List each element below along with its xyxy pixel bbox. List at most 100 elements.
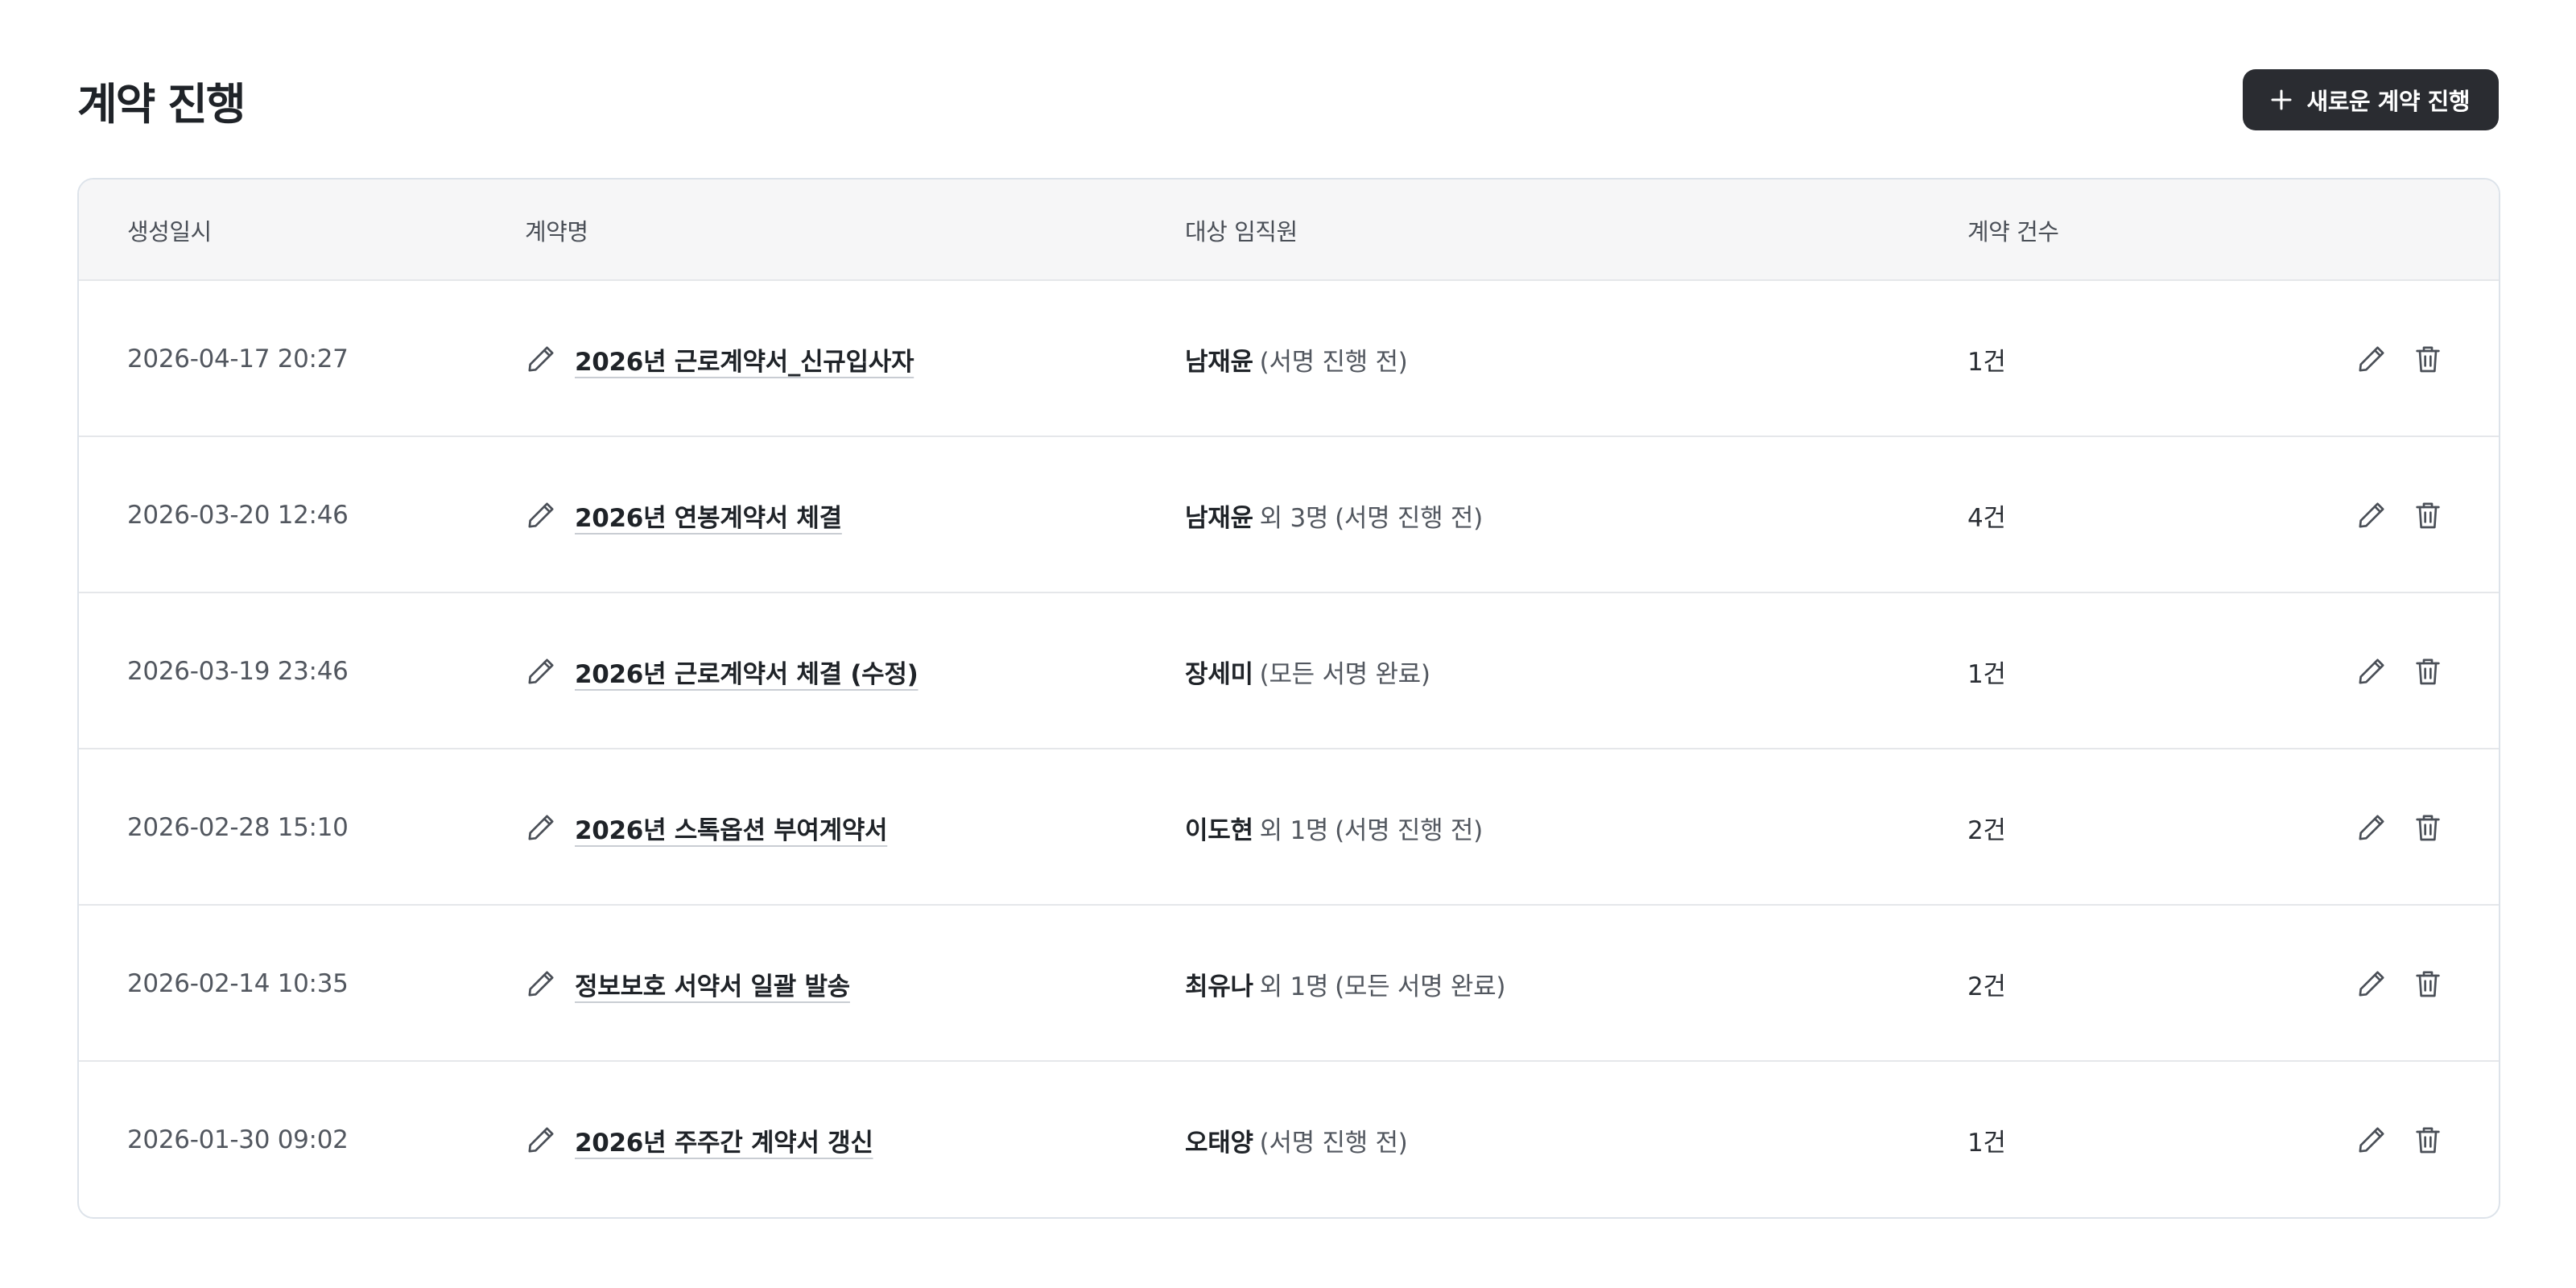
employees-cell: 남재윤 외 3명 (서명 진행 전) bbox=[1185, 437, 1483, 593]
contract-name-cell: 정보보호 서약서 일괄 발송 bbox=[525, 906, 850, 1062]
table-row: 2026-03-20 12:46 2026년 연봉계약서 체결 남재윤 외 3명(… bbox=[79, 437, 2499, 593]
employees-cell: 장세미 (모든 서명 완료) bbox=[1185, 593, 1430, 749]
edit-button[interactable] bbox=[2355, 811, 2388, 844]
contract-name-link[interactable]: 정보보호 서약서 일괄 발송 bbox=[575, 966, 850, 1002]
delete-button[interactable] bbox=[2412, 968, 2444, 1000]
edit-button[interactable] bbox=[2355, 968, 2388, 1000]
pencil-icon bbox=[2359, 346, 2384, 372]
employee-extra: 외 3명 bbox=[1259, 503, 1329, 533]
employees-cell: 오태양 (서명 진행 전) bbox=[1185, 1062, 1408, 1217]
trash-icon bbox=[2416, 815, 2440, 841]
contract-name-cell: 2026년 근로계약서_신규입사자 bbox=[525, 281, 914, 437]
pencil-icon bbox=[525, 811, 557, 844]
table-row: 2026-02-28 15:10 2026년 스톡옵션 부여계약서 이도현 외 1… bbox=[79, 749, 2499, 906]
employee-name: 오태양 bbox=[1185, 1128, 1253, 1158]
pencil-icon bbox=[525, 968, 557, 1000]
trash-icon bbox=[2416, 971, 2440, 997]
row-actions bbox=[2355, 593, 2444, 749]
trash-icon bbox=[2416, 1127, 2440, 1154]
contract-count-cell: 2건 bbox=[1967, 815, 2006, 845]
page-title: 계약 진행 bbox=[77, 78, 246, 130]
employees-cell: 이도현 외 1명 (서명 진행 전) bbox=[1185, 749, 1483, 906]
header-created-at: 생성일시 bbox=[127, 218, 212, 246]
contract-name-link[interactable]: 2026년 연봉계약서 체결 bbox=[575, 497, 842, 534]
contract-name-link[interactable]: 2026년 근로계약서 체결 (수정) bbox=[575, 654, 919, 690]
contracts-table: 생성일시 계약명 대상 임직원 계약 건수 2026-04-17 20:27 2… bbox=[77, 178, 2500, 1219]
signature-status: (서명 진행 전) bbox=[1335, 503, 1483, 533]
trash-icon bbox=[2416, 502, 2440, 529]
table-row: 2026-01-30 09:02 2026년 주주간 계약서 갱신 오태양 (서명… bbox=[79, 1062, 2499, 1217]
contract-count-cell: 1건 bbox=[1967, 1128, 2006, 1158]
created-at-cell: 2026-01-30 09:02 bbox=[127, 1125, 349, 1154]
employee-extra: 외 1명 bbox=[1259, 815, 1329, 845]
created-at-cell: 2026-03-20 12:46 bbox=[127, 501, 349, 530]
page-header: 계약 진행 새로운 계약 진행 bbox=[77, 68, 2499, 132]
trash-icon bbox=[2416, 346, 2440, 373]
signature-status: (서명 진행 전) bbox=[1259, 1128, 1408, 1158]
contract-progress-page: 계약 진행 새로운 계약 진행 생성일시 계약명 대상 임직원 계약 건수 20… bbox=[0, 0, 2576, 1288]
plus-icon bbox=[2270, 89, 2293, 111]
new-contract-button-label: 새로운 계약 진행 bbox=[2306, 88, 2471, 115]
delete-button[interactable] bbox=[2412, 499, 2444, 531]
contract-count-cell: 2건 bbox=[1967, 972, 2006, 1001]
employee-name: 이도현 bbox=[1185, 815, 1253, 845]
edit-button[interactable] bbox=[2355, 655, 2388, 687]
new-contract-button[interactable]: 새로운 계약 진행 bbox=[2242, 69, 2499, 130]
employee-name: 남재윤 bbox=[1185, 503, 1253, 533]
pencil-icon bbox=[525, 343, 557, 375]
pencil-icon bbox=[525, 1124, 557, 1156]
contract-name-link[interactable]: 2026년 스톡옵션 부여계약서 bbox=[575, 810, 888, 846]
header-contract-name: 계약명 bbox=[525, 218, 588, 246]
table-row: 2026-04-17 20:27 2026년 근로계약서_신규입사자 남재윤 (서… bbox=[79, 281, 2499, 437]
created-at-cell: 2026-03-19 23:46 bbox=[127, 657, 349, 686]
pencil-icon bbox=[2359, 502, 2384, 528]
pencil-icon bbox=[2359, 658, 2384, 684]
created-at-cell: 2026-02-28 15:10 bbox=[127, 813, 349, 842]
row-actions bbox=[2355, 1062, 2444, 1217]
employee-name: 장세미 bbox=[1185, 659, 1253, 689]
signature-status: (모든 서명 완료) bbox=[1335, 972, 1506, 1001]
contract-name-cell: 2026년 주주간 계약서 갱신 bbox=[525, 1062, 873, 1217]
employee-name: 최유나 bbox=[1185, 972, 1253, 1001]
pencil-icon bbox=[525, 499, 557, 531]
contract-name-link[interactable]: 2026년 주주간 계약서 갱신 bbox=[575, 1122, 873, 1158]
pencil-icon bbox=[2359, 971, 2384, 997]
delete-button[interactable] bbox=[2412, 343, 2444, 375]
contract-count-cell: 1건 bbox=[1967, 347, 2006, 377]
row-actions bbox=[2355, 437, 2444, 593]
signature-status: (서명 진행 전) bbox=[1259, 347, 1408, 377]
row-actions bbox=[2355, 749, 2444, 906]
contract-count-cell: 4건 bbox=[1967, 503, 2006, 533]
signature-status: (서명 진행 전) bbox=[1335, 815, 1483, 845]
pencil-icon bbox=[525, 655, 557, 687]
pencil-icon bbox=[2359, 1127, 2384, 1153]
contract-name-cell: 2026년 연봉계약서 체결 bbox=[525, 437, 842, 593]
delete-button[interactable] bbox=[2412, 1124, 2444, 1156]
pencil-icon bbox=[2359, 815, 2384, 840]
delete-button[interactable] bbox=[2412, 655, 2444, 687]
edit-button[interactable] bbox=[2355, 499, 2388, 531]
trash-icon bbox=[2416, 658, 2440, 685]
employee-name: 남재윤 bbox=[1185, 347, 1253, 377]
row-actions bbox=[2355, 281, 2444, 437]
row-actions bbox=[2355, 906, 2444, 1062]
table-row: 2026-03-19 23:46 2026년 근로계약서 체결 (수정) 장세미… bbox=[79, 593, 2499, 749]
edit-button[interactable] bbox=[2355, 1124, 2388, 1156]
employees-cell: 남재윤 (서명 진행 전) bbox=[1185, 281, 1408, 437]
table-row: 2026-02-14 10:35 정보보호 서약서 일괄 발송 최유나 외 1명(… bbox=[79, 906, 2499, 1062]
edit-button[interactable] bbox=[2355, 343, 2388, 375]
header-count: 계약 건수 bbox=[1967, 218, 2059, 246]
created-at-cell: 2026-04-17 20:27 bbox=[127, 345, 349, 374]
employees-cell: 최유나 외 1명 (모든 서명 완료) bbox=[1185, 906, 1505, 1062]
header-employees: 대상 임직원 bbox=[1185, 218, 1298, 246]
contract-name-cell: 2026년 스톡옵션 부여계약서 bbox=[525, 749, 888, 906]
signature-status: (모든 서명 완료) bbox=[1259, 659, 1430, 689]
created-at-cell: 2026-02-14 10:35 bbox=[127, 969, 349, 998]
employee-extra: 외 1명 bbox=[1259, 972, 1329, 1001]
contract-name-link[interactable]: 2026년 근로계약서_신규입사자 bbox=[575, 341, 914, 378]
table-header-row: 생성일시 계약명 대상 임직원 계약 건수 bbox=[79, 180, 2499, 281]
delete-button[interactable] bbox=[2412, 811, 2444, 844]
contract-name-cell: 2026년 근로계약서 체결 (수정) bbox=[525, 593, 919, 749]
contract-count-cell: 1건 bbox=[1967, 659, 2006, 689]
table-body: 2026-04-17 20:27 2026년 근로계약서_신규입사자 남재윤 (서… bbox=[79, 281, 2499, 1217]
